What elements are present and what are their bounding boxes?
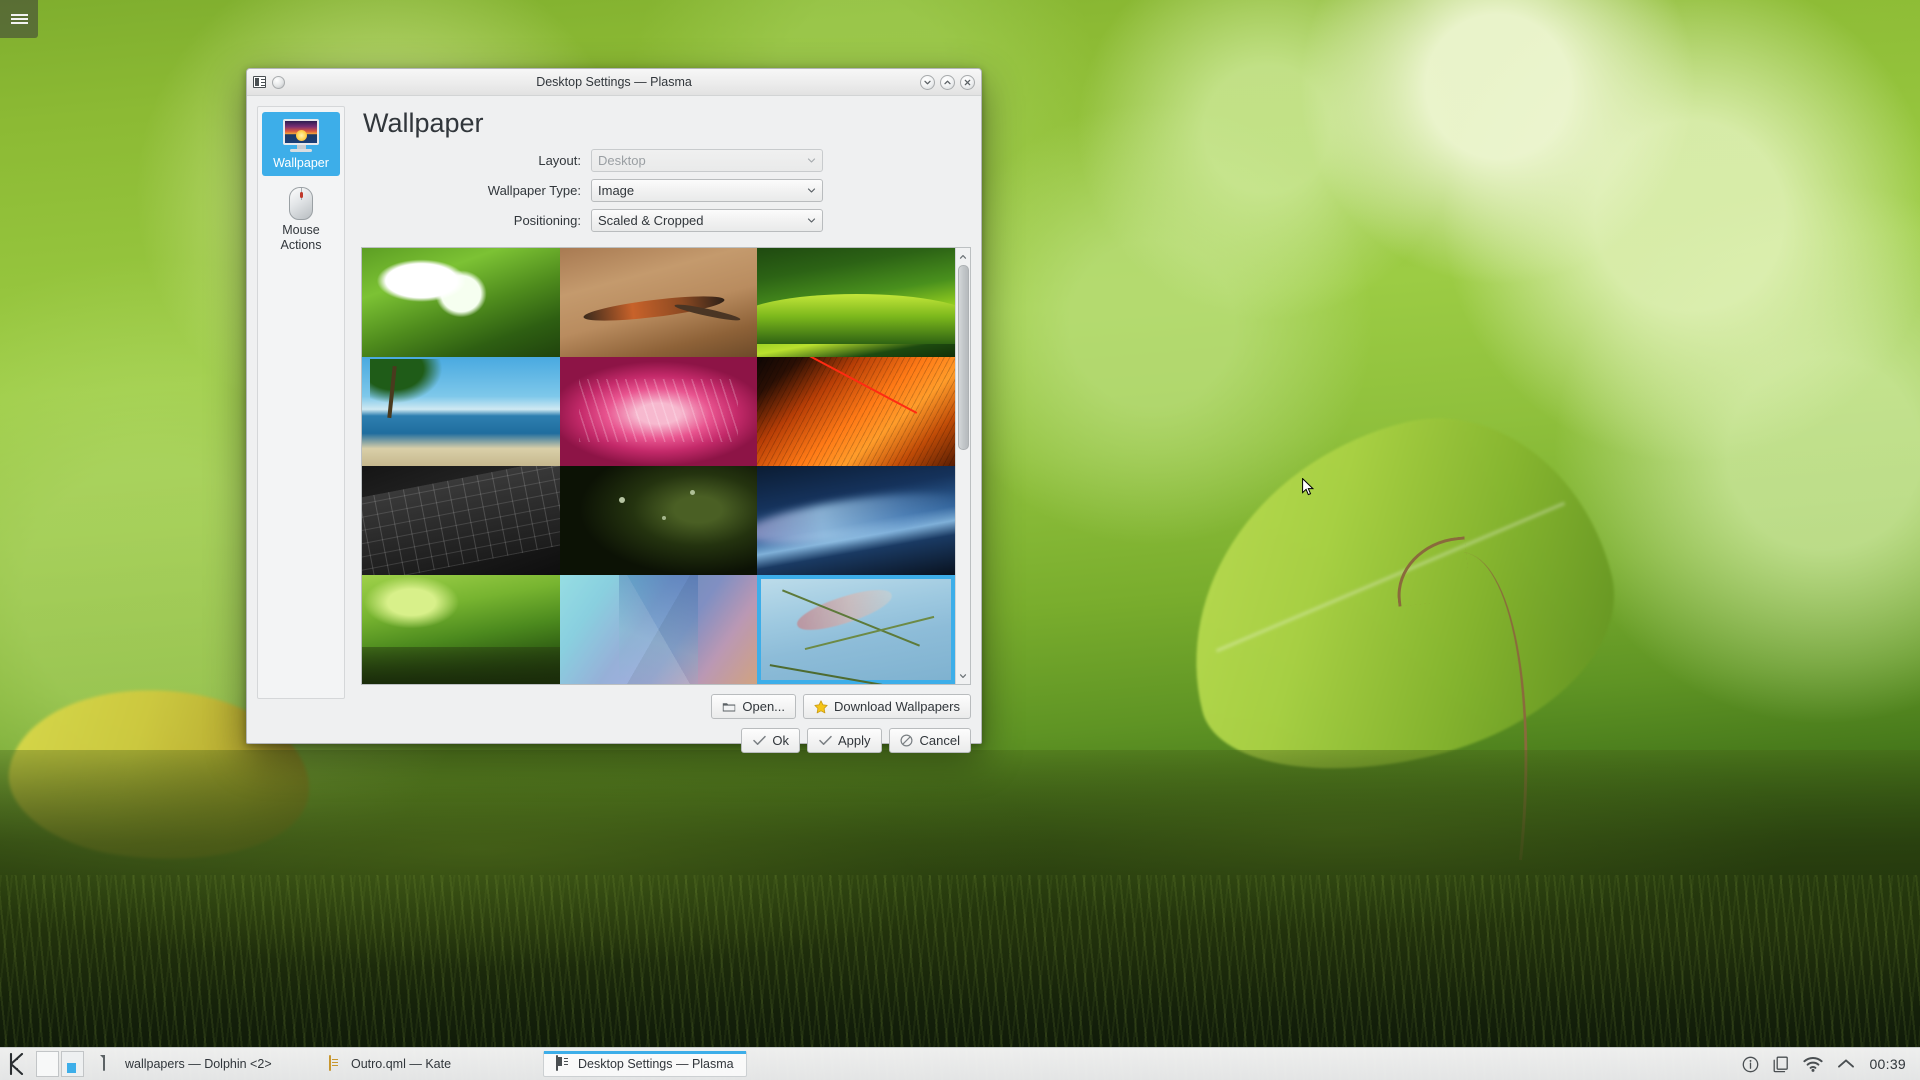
- wallpaper-type-value: Image: [598, 183, 635, 198]
- page-title: Wallpaper: [363, 108, 484, 138]
- wallpaper-thumb-abstract-triangles[interactable]: [559, 575, 758, 684]
- cancel-icon: [900, 734, 914, 748]
- open-button[interactable]: Open...: [711, 694, 797, 719]
- wallpaper-thumb-blue-light-wave[interactable]: [757, 466, 955, 575]
- kate-icon: [329, 1054, 344, 1073]
- help-orb-icon[interactable]: [272, 75, 285, 89]
- hamburger-icon-bar: [10, 22, 28, 24]
- virtual-desktop-pager[interactable]: [34, 1051, 90, 1077]
- plasma-settings-icon: [556, 1054, 571, 1073]
- wallpaper-grid-scrollbar[interactable]: [955, 248, 970, 684]
- file-button-row: Open... Download Wallpapers: [359, 694, 971, 719]
- scrollbar-track[interactable]: [957, 265, 969, 667]
- star-icon: [814, 699, 828, 714]
- ok-button-label: Ok: [772, 733, 789, 748]
- download-wallpapers-button[interactable]: Download Wallpapers: [803, 694, 971, 719]
- wallpaper-type-combo[interactable]: Image: [591, 179, 823, 202]
- layout-row: Layout: Desktop: [359, 149, 971, 172]
- chevron-down-icon: [807, 186, 816, 195]
- desktop-toolbox-button[interactable]: [0, 0, 38, 38]
- taskbar-item-dolphin[interactable]: wallpapers — Dolphin <2>: [91, 1051, 315, 1077]
- sidebar-item-label: Mouse Actions: [280, 223, 322, 252]
- sidebar-item-mouse-actions[interactable]: Mouse Actions: [262, 180, 340, 258]
- layout-label: Layout:: [538, 153, 581, 168]
- chevron-down-icon: [807, 156, 816, 165]
- cancel-button[interactable]: Cancel: [888, 728, 971, 753]
- pager-desktop-1[interactable]: [36, 1051, 59, 1077]
- clipboard-icon[interactable]: [1773, 1056, 1789, 1073]
- wallpaper-thumb-grass-seedhead-sky[interactable]: [757, 575, 955, 684]
- taskbar: wallpapers — Dolphin <2> Outro.qml — Kat…: [0, 1047, 1920, 1080]
- wallpaper-grid[interactable]: [362, 248, 955, 684]
- settings-main-pane: Wallpaper Layout: Desktop Wallpaper Type…: [345, 106, 971, 753]
- positioning-value: Scaled & Cropped: [598, 213, 704, 228]
- chevron-up-icon[interactable]: [1837, 1058, 1855, 1070]
- taskbar-item-label: Outro.qml — Kate: [351, 1057, 452, 1071]
- leaf-decoration: [1146, 382, 1644, 808]
- scroll-down-icon[interactable]: [957, 669, 970, 682]
- check-icon: [752, 734, 766, 748]
- close-button[interactable]: [960, 74, 975, 90]
- chevron-down-icon: [807, 216, 816, 225]
- system-tray: 00:39: [1742, 1056, 1920, 1073]
- scrollbar-thumb[interactable]: [957, 265, 969, 450]
- layout-value: Desktop: [598, 153, 646, 168]
- minimize-button[interactable]: [920, 74, 935, 90]
- window-title: Desktop Settings — Plasma: [536, 75, 692, 89]
- settings-sidebar: Wallpaper Mouse Actions: [257, 106, 345, 699]
- wifi-icon[interactable]: [1803, 1056, 1824, 1072]
- apply-button-label: Apply: [838, 733, 871, 748]
- hamburger-icon-bar: [10, 18, 28, 20]
- maximize-button[interactable]: [940, 74, 955, 90]
- wallpaper-thumb-green-leaves-moss[interactable]: [362, 575, 560, 684]
- taskbar-item-kate[interactable]: Outro.qml — Kate: [317, 1051, 541, 1077]
- window-menu-icon[interactable]: [253, 76, 266, 88]
- sidebar-item-label: Wallpaper: [273, 156, 329, 170]
- wallpaper-thumb-orange-fabric-threads[interactable]: [757, 357, 955, 466]
- wallpaper-thumb-palm-beach[interactable]: [362, 357, 560, 466]
- monitor-wallpaper-icon: [281, 119, 321, 153]
- taskbar-item-desktop-settings[interactable]: Desktop Settings — Plasma: [543, 1051, 747, 1077]
- taskbar-item-label: wallpapers — Dolphin <2>: [125, 1057, 272, 1071]
- positioning-combo[interactable]: Scaled & Cropped: [591, 209, 823, 232]
- wallpaper-grid-container: [361, 247, 971, 685]
- download-wallpapers-label: Download Wallpapers: [834, 699, 960, 714]
- taskbar-item-label: Desktop Settings — Plasma: [578, 1057, 734, 1071]
- hamburger-icon-bar: [10, 14, 28, 16]
- dolphin-icon: [103, 1054, 118, 1073]
- wallpaper-type-label: Wallpaper Type:: [487, 183, 581, 198]
- layout-combo[interactable]: Desktop: [591, 149, 823, 172]
- mouse-cursor: [1302, 477, 1315, 497]
- pager-desktop-2[interactable]: [61, 1051, 84, 1077]
- info-icon[interactable]: [1742, 1056, 1759, 1073]
- wallpaper-thumb-pink-flower-macro[interactable]: [559, 357, 758, 466]
- open-button-label: Open...: [742, 699, 786, 714]
- dialog-button-row: Ok Apply Cancel: [359, 728, 971, 753]
- kde-k-menu-icon[interactable]: [0, 1048, 34, 1080]
- wallpaper-thumb-dew-on-dark-leaf[interactable]: [559, 466, 758, 575]
- wallpaper-thumb-black-keyboard[interactable]: [362, 466, 560, 575]
- positioning-row: Positioning: Scaled & Cropped: [359, 209, 971, 232]
- wallpaper-thumb-green-leaf-curve[interactable]: [757, 248, 955, 357]
- window-titlebar[interactable]: Desktop Settings — Plasma: [247, 69, 981, 96]
- desktop-settings-dialog: Desktop Settings — Plasma Wallpaper Mous…: [246, 68, 982, 753]
- taskbar-clock[interactable]: 00:39: [1869, 1056, 1906, 1072]
- apply-button[interactable]: Apply: [807, 728, 882, 753]
- ok-button[interactable]: Ok: [741, 728, 800, 753]
- cancel-button-label: Cancel: [919, 733, 960, 748]
- positioning-label: Positioning:: [513, 213, 581, 228]
- check-icon: [818, 734, 832, 748]
- mouse-icon: [289, 187, 313, 221]
- folder-icon: [722, 700, 736, 714]
- wallpaper-thumb-white-flower[interactable]: [362, 248, 560, 357]
- scroll-up-icon[interactable]: [957, 250, 970, 263]
- wallpaper-type-row: Wallpaper Type: Image: [359, 179, 971, 202]
- pager-window-mini: [67, 1063, 76, 1073]
- sidebar-item-wallpaper[interactable]: Wallpaper: [262, 112, 340, 177]
- wallpaper-thumb-lizard-on-sand[interactable]: [559, 248, 758, 357]
- moss-ground-decoration: [0, 750, 1920, 1080]
